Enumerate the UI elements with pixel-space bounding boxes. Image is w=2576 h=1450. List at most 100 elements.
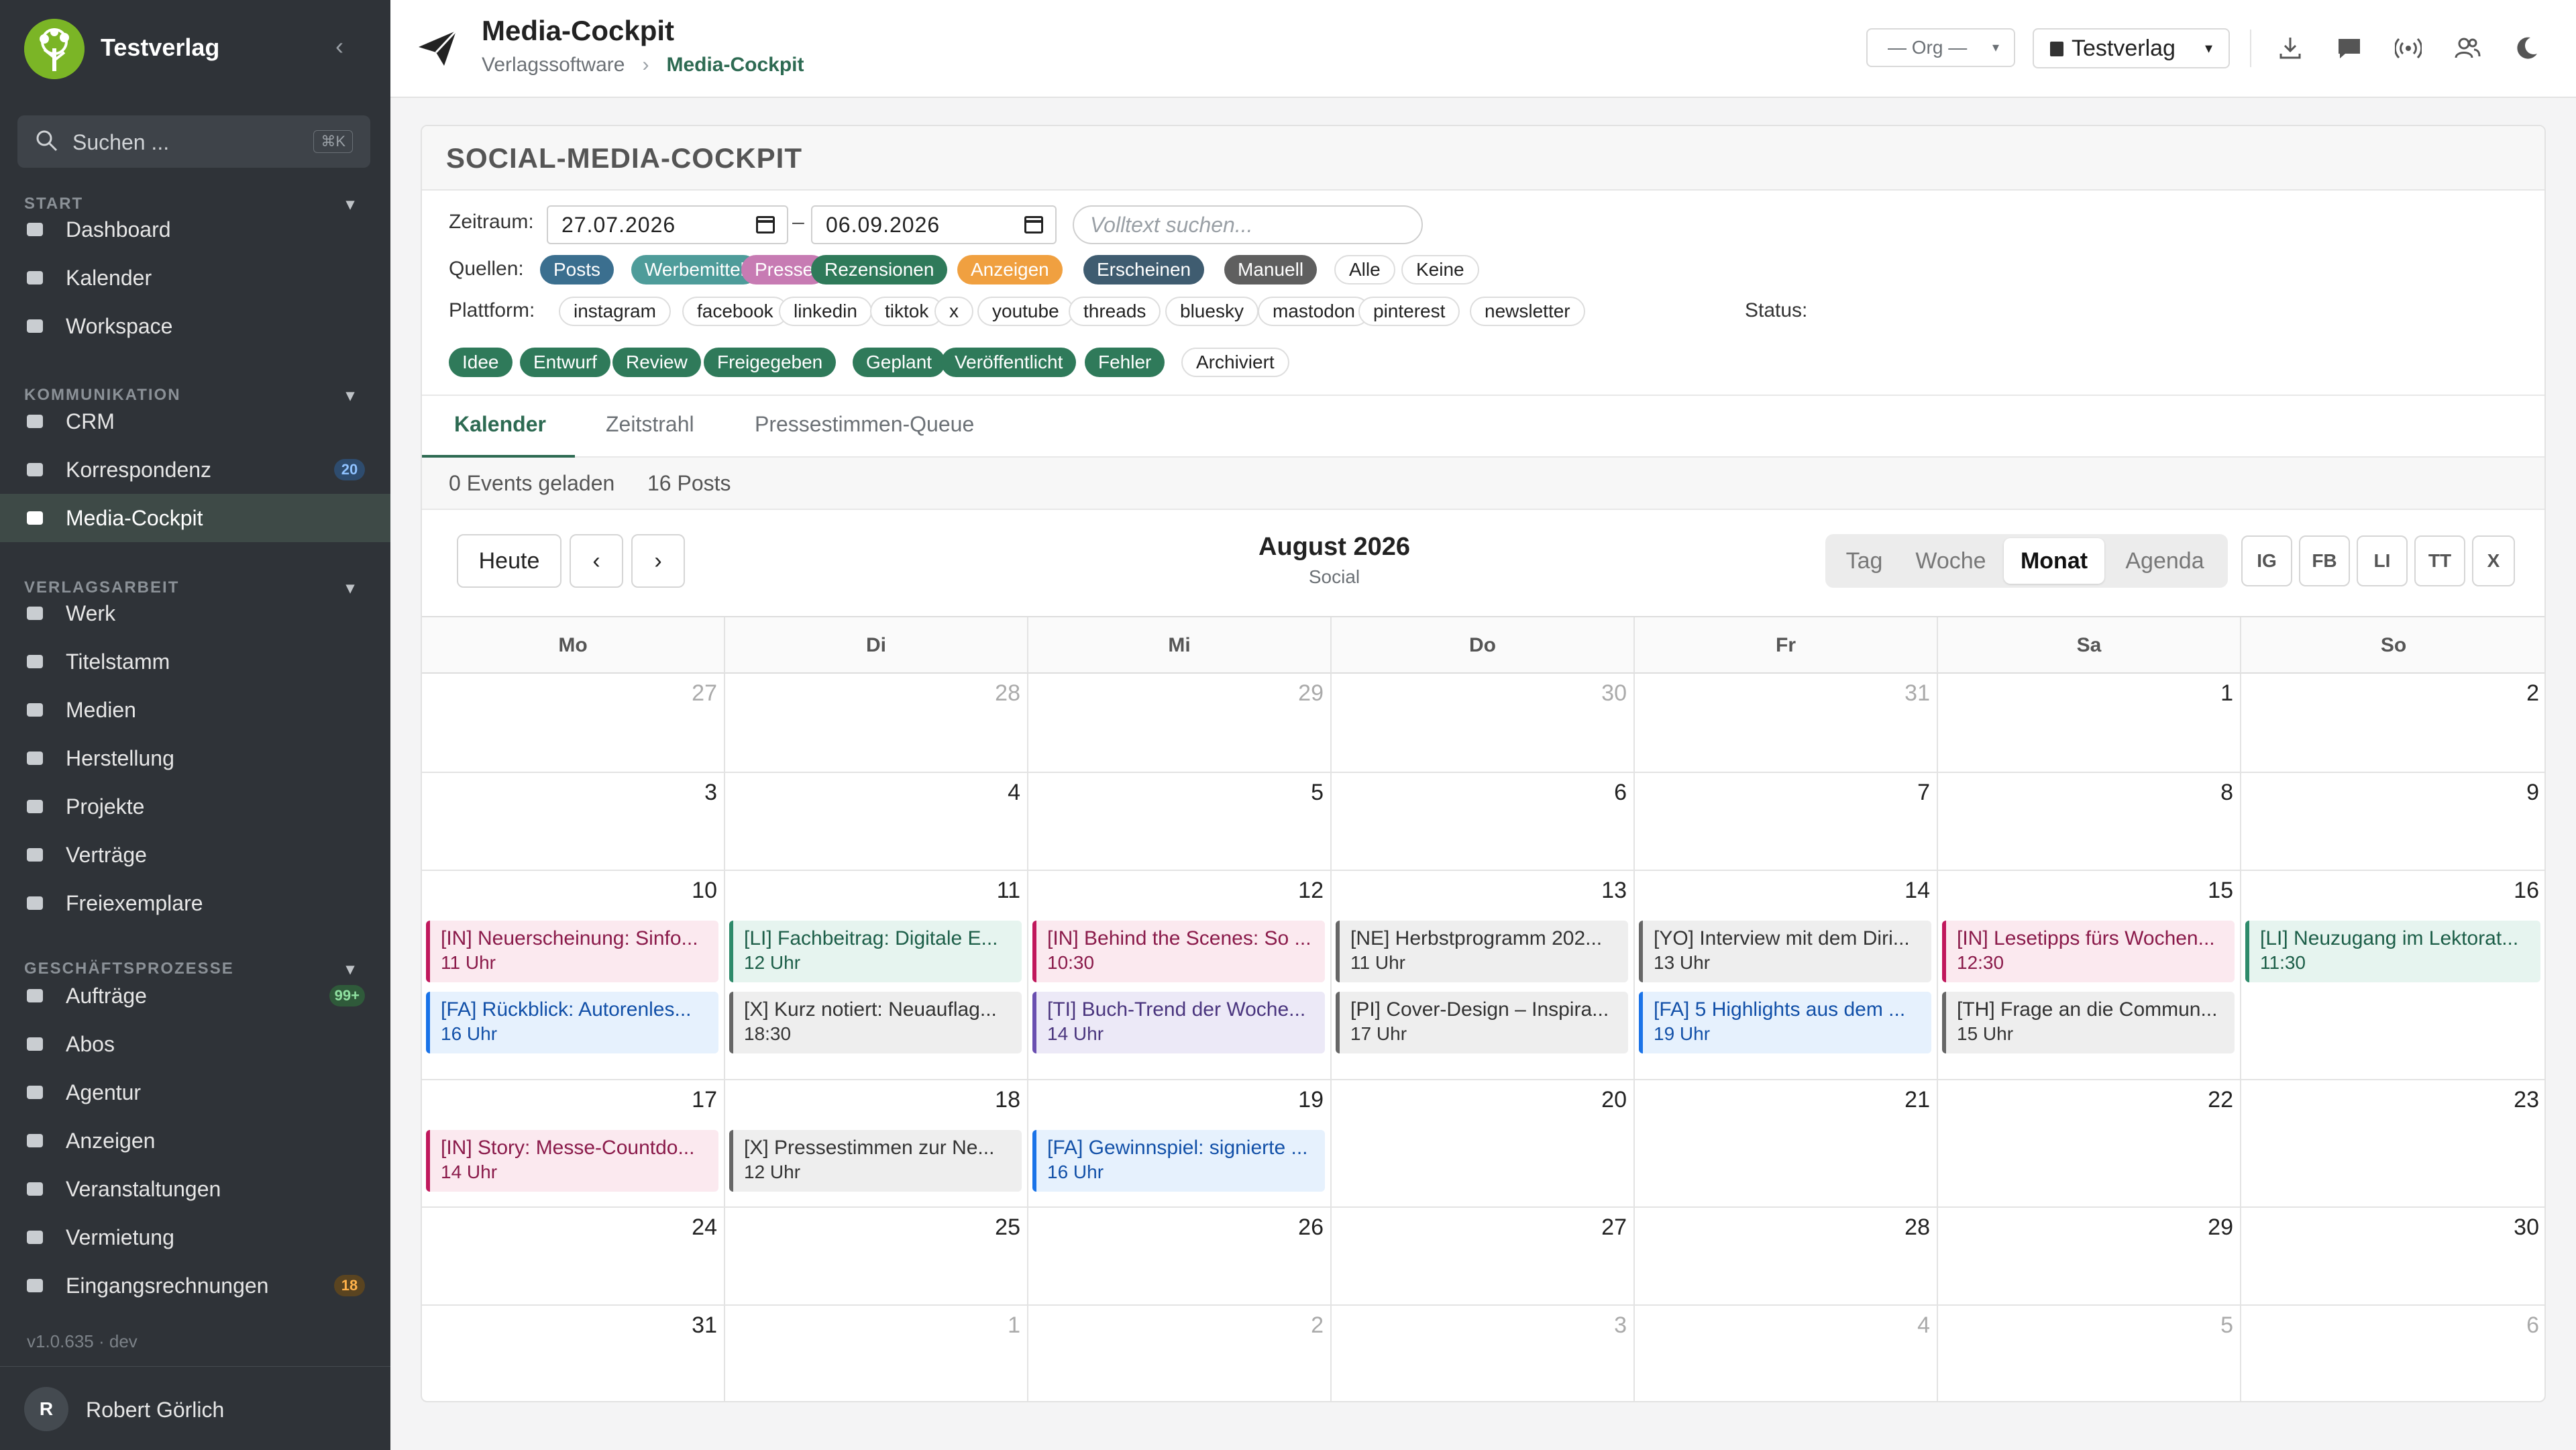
calendar-day-cell[interactable]: 31	[1635, 674, 1938, 773]
calendar-event[interactable]: [LI] Fachbeitrag: Digitale E... 12 Uhr	[729, 921, 1022, 982]
status-chip[interactable]: Fehler	[1085, 348, 1165, 377]
prev-month-button[interactable]: ‹	[570, 534, 623, 588]
platform-chip[interactable]: tiktok	[870, 297, 944, 326]
date-from-field[interactable]: 27.07.2026	[547, 205, 788, 244]
view-monat[interactable]: Monat	[2004, 538, 2104, 584]
broadcast-icon[interactable]	[2395, 35, 2422, 62]
sidebar-item-dashboard[interactable]: Dashboard	[0, 205, 390, 254]
sidebar-item-freiexemplare[interactable]: Freiexemplare	[0, 879, 390, 927]
date-to-field[interactable]: 06.09.2026	[811, 205, 1057, 244]
next-month-button[interactable]: ›	[631, 534, 685, 588]
calendar-event[interactable]: [LI] Neuzugang im Lektorat... 11:30	[2245, 921, 2540, 982]
calendar-day-cell[interactable]: 22	[1938, 1080, 2241, 1208]
view-tag[interactable]: Tag	[1829, 538, 1899, 584]
sidebar-item-veranstaltungen[interactable]: Veranstaltungen	[0, 1165, 390, 1213]
calendar-day-cell[interactable]: 27	[422, 674, 725, 773]
calendar-day-cell[interactable]: 5	[1938, 1306, 2241, 1401]
calendar-event[interactable]: [PI] Cover-Design – Inspira... 17 Uhr	[1336, 992, 1628, 1053]
calendar-event[interactable]: [FA] Rückblick: Autorenles... 16 Uhr	[426, 992, 718, 1053]
calendar-event[interactable]: [IN] Behind the Scenes: So ... 10:30	[1032, 921, 1325, 982]
sidebar-item-werk[interactable]: Werk	[0, 589, 390, 637]
sidebar-item-titelstamm[interactable]: Titelstamm	[0, 637, 390, 686]
quelle-chip[interactable]: Werbemittel	[631, 255, 758, 284]
platform-chip[interactable]: x	[934, 297, 973, 326]
calendar-day-cell[interactable]: 1	[1938, 674, 2241, 773]
calendar-day-cell[interactable]: 13 [NE] Herbstprogramm 202... 11 Uhr [PI] C…	[1332, 871, 1635, 1080]
calendar-day-cell[interactable]: 7	[1635, 773, 1938, 871]
sidebar-item-abos[interactable]: Abos	[0, 1020, 390, 1068]
platform-filter-x[interactable]: X	[2472, 535, 2515, 586]
tab-zeitstrahl[interactable]: Zeitstrahl	[606, 412, 694, 437]
fulltext-search-input[interactable]: Volltext suchen...	[1073, 205, 1423, 244]
today-button[interactable]: Heute	[457, 534, 561, 588]
platform-chip[interactable]: bluesky	[1165, 297, 1258, 326]
status-chip[interactable]: Review	[612, 348, 701, 377]
calendar-event[interactable]: [X] Pressestimmen zur Ne... 12 Uhr	[729, 1130, 1022, 1192]
moon-icon[interactable]	[2513, 35, 2540, 62]
calendar-day-cell[interactable]: 2	[2241, 674, 2544, 773]
calendar-day-cell[interactable]: 29	[1938, 1208, 2241, 1306]
calendar-event[interactable]: [IN] Story: Messe-Countdo... 14 Uhr	[426, 1130, 718, 1192]
calendar-day-cell[interactable]: 15 [IN] Lesetipps fürs Wochen... 12:30 [TH]…	[1938, 871, 2241, 1080]
platform-filter-fb[interactable]: FB	[2299, 535, 2350, 586]
calendar-day-cell[interactable]: 24	[422, 1208, 725, 1306]
platform-chip[interactable]: instagram	[559, 297, 671, 326]
calendar-day-cell[interactable]: 2	[1028, 1306, 1332, 1401]
sidebar-item-media-cockpit[interactable]: Media-Cockpit	[0, 494, 390, 542]
calendar-day-cell[interactable]: 4	[725, 773, 1028, 871]
calendar-day-cell[interactable]: 9	[2241, 773, 2544, 871]
status-chip[interactable]: Entwurf	[520, 348, 610, 377]
calendar-day-cell[interactable]: 25	[725, 1208, 1028, 1306]
chat-icon[interactable]	[2336, 35, 2363, 62]
calendar-day-cell[interactable]: 12 [IN] Behind the Scenes: So ... 10:30 [TI…	[1028, 871, 1332, 1080]
calendar-day-cell[interactable]: 30	[1332, 674, 1635, 773]
calendar-day-cell[interactable]: 29	[1028, 674, 1332, 773]
calendar-day-cell[interactable]: 19 [FA] Gewinnspiel: signierte ... 16 Uhr	[1028, 1080, 1332, 1208]
calendar-day-cell[interactable]: 28	[1635, 1208, 1938, 1306]
calendar-icon[interactable]	[1024, 216, 1043, 234]
platform-filter-ig[interactable]: IG	[2241, 535, 2292, 586]
calendar-day-cell[interactable]: 18 [X] Pressestimmen zur Ne... 12 Uhr	[725, 1080, 1028, 1208]
calendar-event[interactable]: [IN] Neuerscheinung: Sinfo... 11 Uhr	[426, 921, 718, 982]
calendar-day-cell[interactable]: 21	[1635, 1080, 1938, 1208]
user-footer[interactable]: R Robert Görlich	[0, 1366, 390, 1450]
sidebar-item-verträge[interactable]: Verträge	[0, 831, 390, 879]
calendar-day-cell[interactable]: 5	[1028, 773, 1332, 871]
calendar-day-cell[interactable]: 27	[1332, 1208, 1635, 1306]
org-select[interactable]: — Org — ▾	[1866, 28, 2015, 67]
calendar-day-cell[interactable]: 28	[725, 674, 1028, 773]
calendar-day-cell[interactable]: 3	[422, 773, 725, 871]
sidebar-item-herstellung[interactable]: Herstellung	[0, 734, 390, 782]
platform-filter-tt[interactable]: TT	[2414, 535, 2465, 586]
breadcrumb-current[interactable]: Media-Cockpit	[666, 54, 804, 76]
calendar-day-cell[interactable]: 14 [YO] Interview mit dem Diri... 13 Uhr [F…	[1635, 871, 1938, 1080]
calendar-day-cell[interactable]: 16 [LI] Neuzugang im Lektorat... 11:30	[2241, 871, 2544, 1080]
calendar-event[interactable]: [IN] Lesetipps fürs Wochen... 12:30	[1942, 921, 2235, 982]
calendar-day-cell[interactable]: 10 [IN] Neuerscheinung: Sinfo... 11 Uhr [FA…	[422, 871, 725, 1080]
calendar-day-cell[interactable]: 26	[1028, 1208, 1332, 1306]
calendar-day-cell[interactable]: 11 [LI] Fachbeitrag: Digitale E... 12 Uhr[…	[725, 871, 1028, 1080]
platform-chip[interactable]: mastodon	[1258, 297, 1370, 326]
calendar-day-cell[interactable]: 23	[2241, 1080, 2544, 1208]
quellen-all-chip[interactable]: Alle	[1334, 255, 1395, 284]
sidebar-item-crm[interactable]: CRM	[0, 397, 390, 446]
download-icon[interactable]	[2277, 35, 2304, 62]
calendar-day-cell[interactable]: 31	[422, 1306, 725, 1401]
quelle-chip[interactable]: Erscheinen	[1083, 255, 1205, 284]
sidebar-item-agentur[interactable]: Agentur	[0, 1068, 390, 1117]
status-chip[interactable]: Idee	[449, 348, 513, 377]
sidebar-item-eingangsrechnungen[interactable]: Eingangsrechnungen 18	[0, 1261, 390, 1310]
sidebar-item-projekte[interactable]: Projekte	[0, 782, 390, 831]
status-chip[interactable]: Geplant	[853, 348, 946, 377]
calendar-event[interactable]: [FA] Gewinnspiel: signierte ... 16 Uhr	[1032, 1130, 1325, 1192]
view-woche[interactable]: Woche	[1900, 538, 2001, 584]
calendar-icon[interactable]	[756, 216, 775, 234]
calendar-day-cell[interactable]: 20	[1332, 1080, 1635, 1208]
breadcrumb-root[interactable]: Verlagssoftware	[482, 54, 625, 76]
calendar-event[interactable]: [YO] Interview mit dem Diri... 13 Uhr	[1639, 921, 1931, 982]
platform-chip[interactable]: youtube	[977, 297, 1074, 326]
quelle-chip[interactable]: Manuell	[1224, 255, 1318, 284]
calendar-event[interactable]: [TH] Frage an die Commun... 15 Uhr	[1942, 992, 2235, 1053]
calendar-event[interactable]: [NE] Herbstprogramm 202... 11 Uhr	[1336, 921, 1628, 982]
platform-chip[interactable]: linkedin	[779, 297, 872, 326]
